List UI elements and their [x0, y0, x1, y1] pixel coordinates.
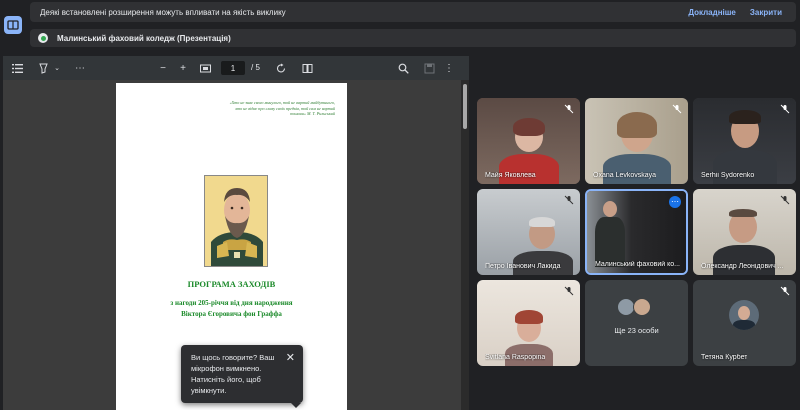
extension-warning-bar: Деякі встановлені розширення можуть впли…	[30, 2, 796, 22]
mic-off-icon	[780, 195, 790, 205]
participant-name: Майя Яковлева	[485, 172, 536, 179]
mic-off-icon	[780, 104, 790, 114]
mic-off-icon	[564, 104, 574, 114]
participant-tile-speaking[interactable]: ⋯ Малинський фаховий ко...	[585, 189, 688, 275]
participant-tile[interactable]: Тетяна Курбет	[693, 280, 796, 366]
overflow-count: Ще 23 особи	[614, 326, 659, 335]
participant-name: Тетяна Курбет	[701, 354, 748, 361]
participant-tile[interactable]: Serhii Sydorenko	[693, 98, 796, 184]
page-view-icon[interactable]	[301, 61, 313, 75]
participant-tile[interactable]: Oxana Levkovskaya	[585, 98, 688, 184]
document-subtitle-line2: Віктора Єгоровича фон Граффа	[181, 309, 282, 318]
participant-name: Олександр Леонідович ...	[701, 263, 784, 270]
document-title: ПРОГРАМА ЗАХОДІВ	[187, 279, 276, 289]
mic-off-icon	[672, 104, 682, 114]
document-subtitle-line1: з нагоди 205-річчя від дня народження	[170, 299, 293, 307]
portrait-image	[204, 175, 268, 267]
document-subtitle: з нагоди 205-річчя від дня народження Ві…	[116, 298, 347, 319]
mic-muted-tooltip: Ви щось говорите? Ваш мікрофон вимкнено.…	[181, 345, 303, 408]
avatar	[729, 300, 759, 330]
details-link[interactable]: Докладніше	[688, 8, 736, 17]
overflow-participants-tile[interactable]: Ще 23 особи	[585, 280, 688, 366]
page-number-input[interactable]: 1	[221, 61, 245, 75]
extension-warning-text: Деякі встановлені розширення можуть впли…	[40, 7, 286, 17]
chevron-down-icon[interactable]: ⌄	[53, 61, 61, 75]
scrollbar-thumb[interactable]	[463, 84, 467, 129]
outline-icon[interactable]	[11, 61, 23, 75]
mic-off-icon	[564, 195, 574, 205]
overflow-avatars	[617, 298, 651, 316]
activities-icon[interactable]	[4, 16, 22, 34]
pdf-toolbar: ⌄ ⋯ − + 1 / 5 ⋮	[3, 56, 469, 80]
presenter-logo-icon	[38, 33, 48, 43]
meet-window: Деякі встановлені розширення можуть впли…	[0, 0, 800, 410]
participant-name: Петро Іванович Лакида	[485, 263, 561, 270]
close-icon[interactable]: ✕	[286, 351, 295, 367]
more-options-icon[interactable]: ⋮	[443, 61, 455, 75]
presentation-title: Малинський фаховий коледж (Презентація)	[57, 33, 231, 43]
participant-tile[interactable]: Svitlana Raspopina	[477, 280, 580, 366]
close-notice-button[interactable]: Закрити	[750, 8, 782, 17]
participant-name: Svitlana Raspopina	[485, 354, 546, 361]
zoom-out-icon[interactable]: −	[157, 61, 169, 75]
mic-off-icon	[780, 286, 790, 296]
search-icon[interactable]	[397, 61, 409, 75]
participant-tile[interactable]: Петро Іванович Лакида	[477, 189, 580, 275]
rotate-icon[interactable]	[275, 61, 287, 75]
scrollbar-track[interactable]	[461, 80, 469, 410]
save-icon[interactable]	[423, 61, 435, 75]
participant-name: Serhii Sydorenko	[701, 172, 755, 179]
zoom-in-icon[interactable]: +	[177, 61, 189, 75]
more-vert-icon[interactable]: ⋯	[669, 196, 681, 208]
mic-off-icon	[564, 286, 574, 296]
tooltip-text: Ви щось говорите? Ваш мікрофон вимкнено.…	[191, 353, 275, 395]
presentation-bar: Малинський фаховий коледж (Презентація)	[30, 29, 796, 47]
participant-name: Oxana Levkovskaya	[593, 172, 657, 179]
participant-tile[interactable]: Олександр Леонідович ...	[693, 189, 796, 275]
epigraph: «Хто не знає свого минулого, той не варт…	[229, 100, 335, 117]
page-total: / 5	[251, 63, 260, 72]
participant-name: Малинський фаховий ко...	[595, 261, 680, 268]
avatar	[633, 298, 651, 316]
more-tools-icon[interactable]: ⋯	[73, 61, 87, 75]
tooltip-tail	[291, 403, 301, 408]
fit-page-icon[interactable]	[199, 61, 211, 75]
highlighter-icon[interactable]	[37, 61, 49, 75]
participant-tile[interactable]: Майя Яковлева	[477, 98, 580, 184]
